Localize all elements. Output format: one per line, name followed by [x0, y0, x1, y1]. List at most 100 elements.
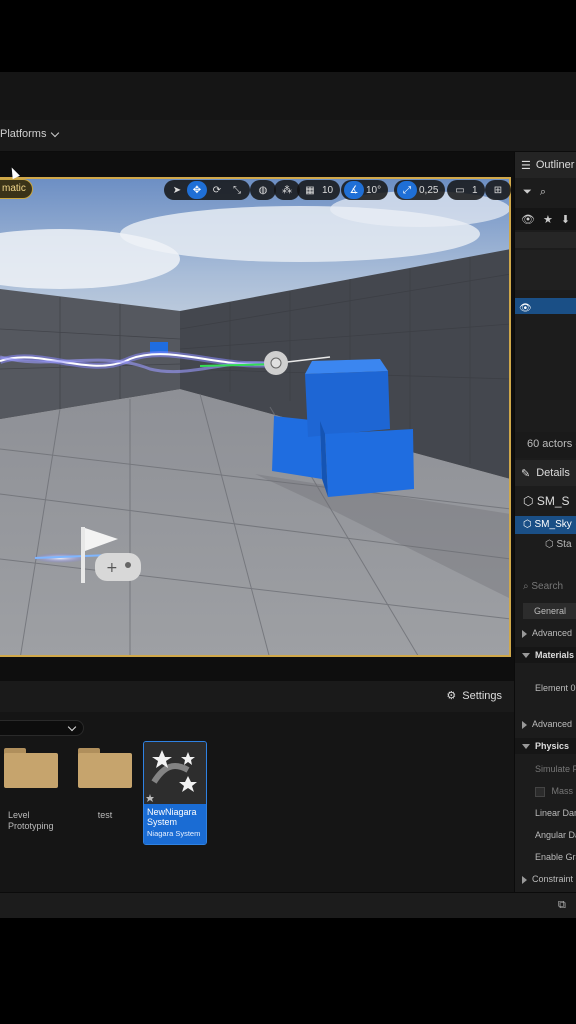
cube-icon: ⬡ — [545, 539, 554, 550]
folder-icon — [4, 748, 58, 788]
rotate-tool-icon[interactable]: ⟳ — [207, 181, 227, 199]
visibility-icon[interactable]: 👁 — [521, 213, 535, 226]
stars-icon — [146, 750, 197, 802]
filter-icon[interactable]: ⏷ — [523, 186, 532, 199]
niagara-system-asset[interactable]: NewNiagara System Niagara System — [143, 741, 207, 845]
view-mode-pill[interactable]: matic — [0, 179, 33, 199]
coordinate-space-group: ◍ — [250, 180, 276, 200]
outliner-column-header: 👁 ★ ⬇ — [515, 208, 576, 230]
settings-button[interactable]: ⚙ Settings — [446, 689, 502, 703]
mass-label: Mass — [551, 786, 574, 796]
list-icon: ☰ — [521, 159, 531, 172]
section-constraints[interactable]: Constraint — [515, 872, 576, 886]
camera-icon[interactable]: ▭ — [450, 181, 470, 199]
outliner-tab[interactable]: ☰ Outliner — [515, 152, 576, 178]
chevron-down-icon — [67, 722, 77, 732]
rotation-snap-group: ∡ 10° — [341, 180, 389, 200]
scene-render: + — [0, 179, 509, 655]
cube-icon: ⬡ — [523, 519, 532, 530]
section-advanced[interactable]: Advanced — [515, 626, 576, 640]
search-icon: ⌕ — [523, 581, 529, 592]
folder-item[interactable]: Level Prototyping — [0, 742, 62, 832]
level-viewport[interactable]: + — [0, 177, 511, 657]
component-row-selected[interactable]: ⬡ SM_Sky — [515, 516, 576, 534]
niagara-thumbnail — [144, 742, 206, 804]
grid-snap-value[interactable]: 10 — [320, 185, 337, 196]
outliner-row-selected[interactable]: 👁 — [515, 298, 576, 314]
move-tool-icon[interactable]: ✥ — [187, 181, 207, 199]
layout-grid-icon[interactable]: ⊞ — [488, 181, 508, 199]
tab-general[interactable]: General — [523, 603, 576, 619]
physics-label: Physics — [535, 741, 570, 751]
actor-count: 60 actors ( — [515, 432, 576, 458]
search-icon[interactable]: ⌕ — [540, 186, 546, 199]
details-search-placeholder: Search — [531, 581, 564, 592]
main-toolbar: Platforms — [0, 120, 576, 152]
element-0-label: Element 0 — [535, 683, 576, 693]
menu-bar — [0, 72, 576, 120]
outliner-panel: ☰ Outliner ⏷ ⌕ 👁 ★ ⬇ 👁 60 actors ( — [514, 152, 576, 460]
component-row[interactable]: ⬡ Sta — [515, 536, 576, 554]
letterbox-bottom — [0, 918, 576, 1024]
outliner-row[interactable] — [515, 232, 576, 248]
platforms-menu[interactable]: Platforms — [0, 128, 60, 140]
scale-snap-value[interactable]: 0,25 — [417, 185, 442, 196]
advanced-label: Advanced — [532, 628, 573, 638]
camera-speed-value[interactable]: 1 — [470, 185, 482, 196]
transform-tools: ➤ ✥ ⟳ ⤡ — [164, 180, 250, 200]
camera-speed-group: ▭ 1 — [447, 180, 485, 200]
materials-label: Materials — [535, 650, 575, 660]
path-dropdown[interactable] — [0, 720, 84, 736]
component-name: SM_Sky — [534, 519, 572, 530]
simulate-physics-label: Simulate P — [535, 764, 576, 774]
surface-snap-icon[interactable]: ⁂ — [277, 181, 297, 199]
grid-snap-group: ▦ 10 — [297, 180, 341, 200]
details-search[interactable]: ⌕ Search — [515, 578, 576, 596]
pin-icon[interactable]: ⬇ — [561, 213, 570, 226]
outliner-filter-bar: ⏷ ⌕ — [515, 180, 576, 204]
content-browser-toolbar: ⚙ Settings — [0, 680, 514, 712]
svg-text:+: + — [106, 560, 118, 576]
section-advanced[interactable]: Advanced — [515, 717, 576, 731]
select-tool-icon[interactable]: ➤ — [167, 181, 187, 199]
mass-checkbox[interactable] — [535, 786, 545, 797]
section-physics[interactable]: Physics — [515, 738, 576, 754]
actor-name: SM_S — [536, 494, 570, 508]
visibility-icon[interactable]: 👁 — [515, 303, 532, 314]
actor-name-row: ⬡ SM_S — [515, 490, 576, 512]
favorite-icon[interactable]: ★ — [543, 213, 553, 226]
details-panel: ✎ Details ⬡ SM_S ⬡ SM_Sky ⬡ Sta ⌕ Search… — [514, 460, 576, 892]
outliner-title: Outliner — [535, 159, 575, 171]
section-materials[interactable]: Materials — [515, 647, 576, 663]
platforms-label: Platforms — [0, 128, 47, 140]
letterbox-top — [0, 0, 576, 72]
folder-label: test — [97, 810, 113, 820]
grid-snap-icon[interactable]: ▦ — [300, 181, 320, 199]
folder-label: Level Prototyping — [8, 810, 54, 831]
details-tab[interactable]: ✎ Details — [515, 460, 576, 486]
details-title: Details — [536, 467, 570, 479]
niagara-asset-name: NewNiagara System — [147, 807, 197, 827]
content-browser: Level Prototyping test NewNiagara System… — [0, 712, 514, 892]
scale-tool-icon[interactable]: ⤡ — [227, 181, 247, 199]
constraints-label: Constraint — [532, 874, 574, 884]
world-space-icon[interactable]: ◍ — [253, 181, 273, 199]
folder-item[interactable]: test — [74, 742, 136, 821]
source-control-icon[interactable]: ⧉ — [558, 899, 566, 912]
niagara-asset-type: Niagara System — [147, 829, 201, 838]
chevron-down-icon — [51, 128, 60, 137]
status-bar: ⧉ — [0, 892, 576, 918]
angle-snap-icon[interactable]: ∡ — [344, 181, 364, 199]
outliner-row[interactable] — [515, 250, 576, 290]
enable-gravity-label: Enable Gra — [535, 852, 576, 862]
gear-icon: ⚙ — [446, 690, 457, 702]
cube-icon: ⬡ — [523, 494, 534, 508]
viewport-layout-group: ⊞ — [485, 180, 511, 200]
mass-row[interactable]: Mass — [515, 784, 576, 798]
angular-damping-label: Angular Da — [535, 830, 576, 840]
rotation-snap-value[interactable]: 10° — [364, 185, 385, 196]
pencil-icon: ✎ — [521, 467, 531, 480]
scale-snap-group: ⤢ 0,25 — [394, 180, 446, 200]
advanced-label: Advanced — [532, 719, 573, 729]
scale-snap-icon[interactable]: ⤢ — [397, 181, 417, 199]
